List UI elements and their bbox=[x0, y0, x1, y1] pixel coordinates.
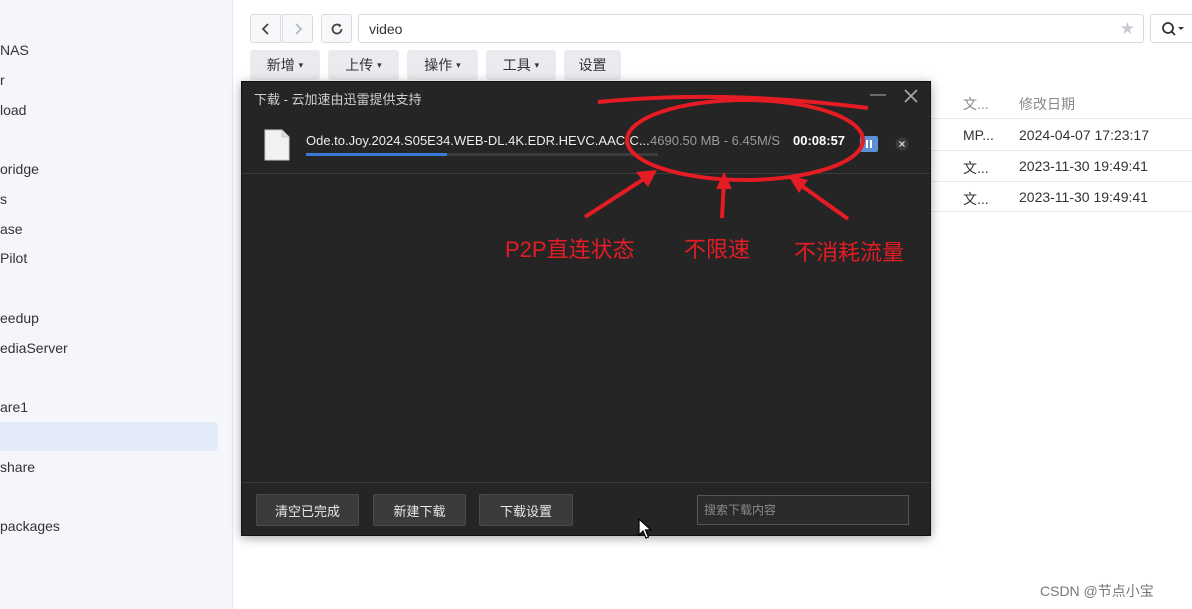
annotation-ellipse bbox=[625, 98, 865, 182]
annotation-no-data-usage: 不消耗流量 bbox=[794, 240, 905, 265]
watermark: CSDN @节点小宝 bbox=[1040, 583, 1154, 599]
annotation-overlay bbox=[583, 94, 869, 221]
mouse-cursor-icon bbox=[638, 518, 652, 539]
annotation-stroke bbox=[597, 94, 869, 110]
annotation-p2p: P2P直连状态 bbox=[505, 237, 635, 262]
annotation-unlimited-speed: 不限速 bbox=[684, 237, 751, 262]
annotation-arrowhead bbox=[636, 170, 657, 187]
annotation-arrow-line bbox=[583, 173, 652, 219]
